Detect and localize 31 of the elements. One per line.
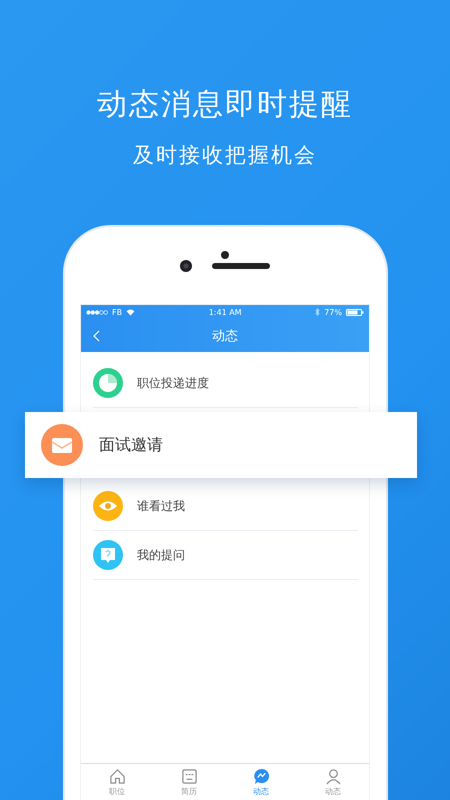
battery-percent: 77% [324, 308, 342, 316]
list-item[interactable]: 我的提问 [93, 531, 358, 580]
item-label: 谁看过我 [137, 498, 185, 514]
screen-title: 动态 [212, 328, 238, 344]
speaker-drawing [212, 262, 270, 268]
battery-icon [346, 308, 364, 316]
highlighted-card[interactable]: 面试邀请 [25, 412, 417, 478]
item-label: 职位投递进度 [137, 374, 209, 392]
chat-bubble-icon [252, 768, 270, 784]
wifi-icon [126, 308, 136, 316]
sensor-icon [221, 251, 229, 259]
list-item[interactable]: 谁看过我 [93, 482, 358, 531]
subtitle: 及时接收把握机会 [133, 142, 317, 169]
eye-icon [93, 491, 123, 521]
bluetooth-icon [315, 308, 320, 316]
tab[interactable]: 动态 [225, 764, 297, 800]
person-icon [324, 768, 342, 784]
time-label: 1:41 AM [208, 308, 242, 316]
envelope-icon [41, 424, 83, 466]
item-label: 我的提问 [137, 546, 185, 564]
camera-icon [180, 260, 192, 272]
question-bubble-icon [93, 540, 123, 570]
signal-icon [86, 310, 108, 314]
headline: 动态消息即时提醒 [97, 86, 353, 124]
back-icon[interactable] [93, 330, 100, 342]
carrier-label: FB [112, 308, 122, 316]
item-label: 面试邀请 [99, 434, 163, 456]
document-icon [180, 768, 198, 784]
list-item[interactable]: 职位投递进度 [93, 359, 358, 408]
home-icon [108, 768, 126, 784]
pie-chart-icon [93, 368, 123, 398]
